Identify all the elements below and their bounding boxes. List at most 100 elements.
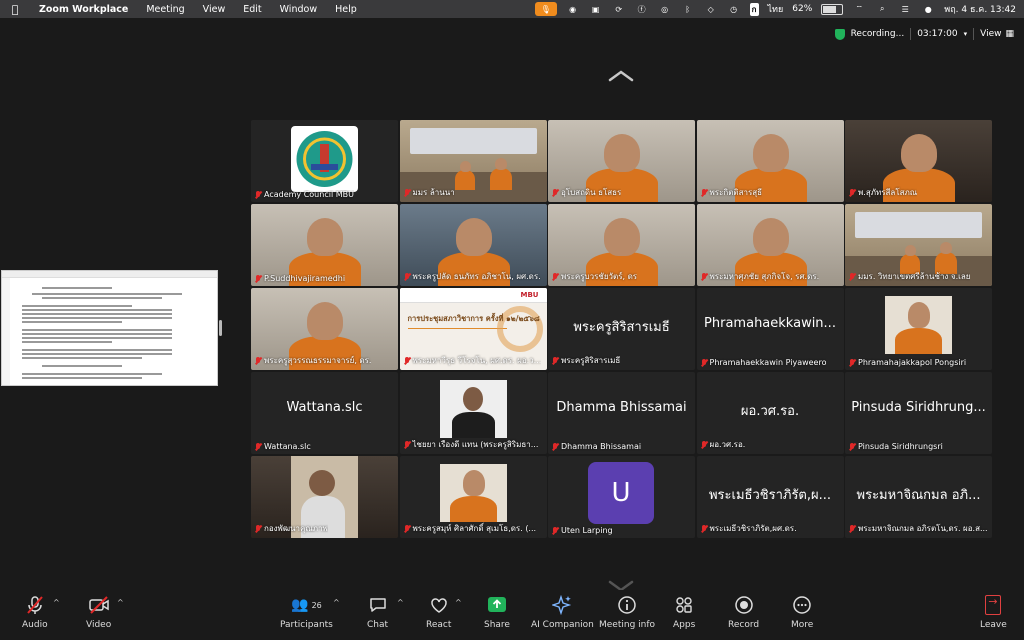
info-icon bbox=[617, 594, 637, 616]
participant-tile[interactable]: พระเมธีวชิราภิรัต,ผ... พระเมธีวชิราภิรัต,… bbox=[696, 456, 844, 538]
apple-menu-icon[interactable]:  bbox=[0, 3, 30, 16]
menu-edit[interactable]: Edit bbox=[234, 4, 270, 15]
leave-button[interactable]: Leave bbox=[980, 594, 1007, 630]
participant-name: พระมหาวีรุธ วีโรจโน, ผศ.ดร. ผอ.ว... bbox=[412, 356, 542, 365]
spotlight-icon[interactable]: ⌕ bbox=[875, 3, 889, 15]
participant-name: พระมหาศุภชัย สุภกิจโจ, รศ.ดร. bbox=[709, 272, 820, 281]
participant-tile[interactable]: MBU การประชุมสภาวิชาการ ครั้งที่ ๑๒/๒๕๖๘พ… bbox=[399, 288, 547, 370]
chat-button[interactable]: Chat bbox=[367, 594, 388, 630]
participant-tile[interactable]: กองพัฒนาคุณภาพ bbox=[251, 456, 398, 538]
recording-indicator[interactable]: Recording... bbox=[851, 29, 905, 39]
line-tray-icon[interactable]: ▣ bbox=[589, 3, 603, 15]
participant-tile[interactable]: อุโบสถดิน ธโสธร bbox=[548, 120, 695, 202]
meeting-top-bar: Recording... 03:17:00 ▾ View ▦ bbox=[834, 26, 1014, 42]
participant-name: มมร ล้านนา bbox=[412, 188, 455, 197]
participant-tile[interactable]: พระครูสุวรรณธรรมาจารย์, ดร. bbox=[251, 288, 398, 370]
input-source-icon[interactable]: ก bbox=[749, 2, 759, 16]
menu-view[interactable]: View bbox=[194, 4, 235, 15]
bluetooth-icon[interactable]: ᛒ bbox=[681, 3, 695, 15]
audio-button[interactable]: Audio bbox=[22, 594, 48, 630]
thumbnail-resize-handle[interactable] bbox=[219, 320, 222, 336]
participant-tile[interactable]: พระครูบวรชัยวัตร์, ดร bbox=[548, 204, 695, 286]
menu-app-name[interactable]: Zoom Workplace bbox=[30, 4, 137, 15]
siri-icon[interactable]: ● bbox=[921, 3, 935, 15]
participant-name: ผอ.วศ.รอ. bbox=[709, 440, 746, 449]
gallery-page-up-icon[interactable] bbox=[608, 67, 634, 82]
participant-tile[interactable]: Wattana.slc Wattana.slc bbox=[251, 372, 398, 454]
participant-name: พระครูสมุห์ ศิลาศักดิ์ สุเมโธ,ดร. (... bbox=[412, 524, 537, 533]
participant-tile[interactable]: พระมหาจิณกมล อภิ... พระมหาจิณกมล อภิรตโน,… bbox=[845, 456, 992, 538]
participant-tile[interactable]: Dhamma Bhissamai Dhamma Bhissamai bbox=[548, 372, 695, 454]
participant-name: พระครูปลัด ธนภัทร อภิชาโน, ผศ.ดร. bbox=[412, 272, 541, 281]
share-button[interactable]: Share bbox=[484, 594, 510, 630]
mic-muted-icon bbox=[849, 442, 855, 451]
participant-tile[interactable]: มมร ล้านนา bbox=[399, 120, 547, 202]
wifi-icon[interactable]: ⌔ bbox=[852, 3, 866, 15]
battery-icon[interactable] bbox=[821, 3, 844, 15]
participant-name-tag: Wattana.slc bbox=[255, 442, 311, 451]
chevron-down-icon[interactable]: ▾ bbox=[964, 30, 968, 38]
record-label: Record bbox=[728, 620, 760, 630]
video-button[interactable]: Video bbox=[86, 594, 111, 630]
mic-muted-icon bbox=[404, 272, 410, 281]
react-button[interactable]: React bbox=[426, 594, 451, 630]
control-center-icon[interactable]: ☰ bbox=[898, 3, 912, 15]
participant-tile[interactable]: พระครูสิริสารเมธี พระครูสิริสารเมธี bbox=[548, 288, 695, 370]
gallery-page-down-icon[interactable] bbox=[608, 577, 634, 592]
separator bbox=[973, 28, 975, 40]
mic-muted-icon bbox=[552, 442, 558, 451]
participant-tile[interactable]: พระครูสมุห์ ศิลาศักดิ์ สุเมโธ,ดร. (... bbox=[399, 456, 547, 538]
more-button[interactable]: More bbox=[791, 594, 813, 630]
participant-tile[interactable]: พระครูปลัด ธนภัทร อภิชาโน, ผศ.ดร. bbox=[399, 204, 547, 286]
menu-meeting[interactable]: Meeting bbox=[137, 4, 193, 15]
participant-name-tag: กองพัฒนาคุณภาพ bbox=[255, 522, 328, 535]
participants-options-chevron-icon[interactable]: ^ bbox=[333, 598, 340, 607]
participant-display-name: Phramahaekkawin... bbox=[704, 316, 836, 331]
participant-tile[interactable]: U Uten Larping bbox=[548, 456, 695, 538]
menubar-clock[interactable]: พฤ. 4 ธ.ค. 13:42 bbox=[944, 2, 1016, 16]
participant-tile[interactable]: มมร. วิทยาเขตศรีล้านช้าง จ.เลย bbox=[845, 204, 992, 286]
meeting-info-button[interactable]: Meeting info bbox=[599, 594, 655, 630]
mic-muted-icon bbox=[849, 272, 855, 281]
react-options-chevron-icon[interactable]: ^ bbox=[455, 598, 462, 607]
input-language[interactable]: ไทย bbox=[768, 2, 784, 16]
participants-button[interactable]: 👥 26 Participants bbox=[280, 594, 333, 630]
participant-display-name: พระมหาจิณกมล อภิ... bbox=[856, 488, 981, 503]
record-button[interactable]: Record bbox=[728, 594, 759, 630]
mic-muted-icon bbox=[849, 524, 855, 533]
encryption-shield-icon[interactable] bbox=[834, 28, 845, 40]
zoom-tray-icon[interactable]: ◉ bbox=[566, 3, 580, 15]
participant-name: P.Suddhivajiramedhi bbox=[264, 274, 346, 283]
participant-tile[interactable]: ผอ.วศ.รอ. ผอ.วศ.รอ. bbox=[696, 372, 844, 454]
mic-in-use-icon[interactable]: 🎙 bbox=[534, 2, 557, 16]
clock-tray-icon[interactable]: ◷ bbox=[727, 3, 741, 15]
shared-document-thumbnail[interactable] bbox=[1, 270, 218, 386]
participant-tile[interactable]: P.Suddhivajiramedhi bbox=[251, 204, 398, 286]
audio-options-chevron-icon[interactable]: ^ bbox=[53, 598, 60, 607]
video-options-chevron-icon[interactable]: ^ bbox=[117, 598, 124, 607]
participant-tile[interactable]: Phramahaekkawin... Phramahaekkawin Piyawe… bbox=[696, 288, 844, 370]
participant-tile[interactable]: ไชยยา เรืองดี แทน (พระครูสิริมธา... bbox=[399, 372, 547, 454]
chat-options-chevron-icon[interactable]: ^ bbox=[397, 598, 404, 607]
airplay-tray-icon[interactable]: ◎ bbox=[658, 3, 672, 15]
sync-tray-icon[interactable]: ⟳ bbox=[612, 3, 626, 15]
participant-tile[interactable]: พระกิตติสารสุธี bbox=[696, 120, 844, 202]
menu-help[interactable]: Help bbox=[326, 4, 366, 15]
ai-companion-button[interactable]: AI Companion bbox=[531, 594, 594, 630]
participant-tile[interactable]: Pinsuda Siridhrung... Pinsuda Siridhrungs… bbox=[845, 372, 992, 454]
view-button[interactable]: View ▦ bbox=[980, 29, 1014, 39]
participant-tile[interactable]: พระมหาศุภชัย สุภกิจโจ, รศ.ดร. bbox=[696, 204, 844, 286]
audio-label: Audio bbox=[22, 620, 48, 630]
participant-tile[interactable]: Academy Council MBU bbox=[251, 120, 398, 202]
menu-window[interactable]: Window bbox=[271, 4, 326, 15]
react-label: React bbox=[426, 620, 452, 630]
facebook-tray-icon[interactable]: ⓕ bbox=[635, 3, 649, 15]
participant-name-tag: Academy Council MBU bbox=[255, 190, 354, 199]
participant-display-name: ผอ.วศ.รอ. bbox=[740, 404, 800, 419]
dropbox-tray-icon[interactable]: ◇ bbox=[704, 3, 718, 15]
participant-display-name: Wattana.slc bbox=[286, 400, 363, 415]
mic-muted-icon bbox=[701, 524, 707, 533]
apps-button[interactable]: Apps bbox=[673, 594, 695, 630]
participant-tile[interactable]: Phramahajakkapol Pongsiri bbox=[845, 288, 992, 370]
participant-tile[interactable]: พ.สุภัทรสีลโสภณ bbox=[845, 120, 992, 202]
